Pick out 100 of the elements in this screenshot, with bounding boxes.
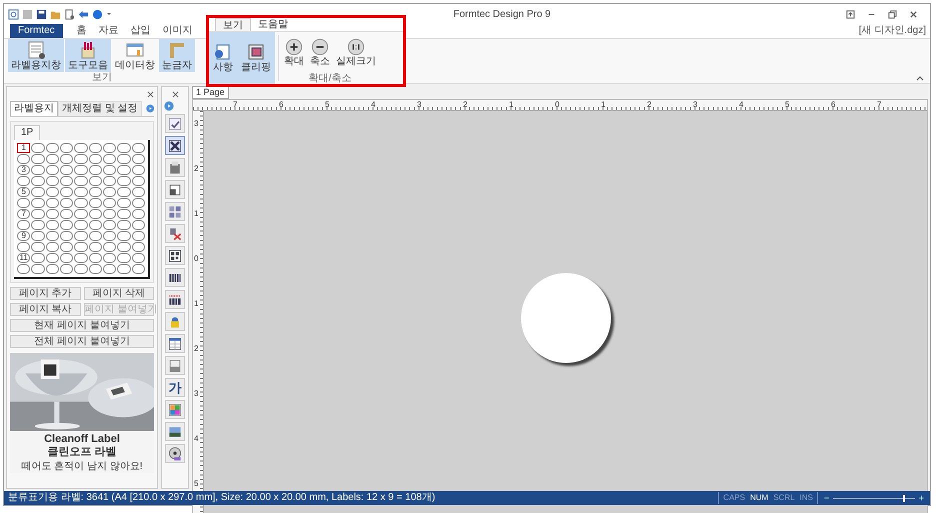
zoom-ribbon-button[interactable]: 실제크기: [334, 32, 378, 73]
tool-button[interactable]: [165, 136, 185, 155]
window-title: Formtec Design Pro 9: [453, 8, 551, 22]
page-button[interactable]: 전체 페이지 붙여넣기: [10, 335, 154, 348]
ruler-label: 4: [193, 434, 200, 445]
group-label: 확대/축소: [308, 73, 352, 84]
ruler-label: 3: [193, 119, 200, 130]
clip-icon: [246, 42, 266, 62]
key-indicator: CAPS: [723, 492, 746, 504]
ribbon-button[interactable]: 눈금자: [159, 39, 195, 72]
ruler-label: 2: [463, 100, 468, 110]
ribbon-tab[interactable]: 보기: [215, 18, 251, 31]
back-arrow-icon[interactable]: [78, 8, 89, 20]
ruler-label: 6: [831, 100, 836, 110]
tool-button[interactable]: [165, 290, 185, 309]
ribbon-tab[interactable]: 홈: [70, 24, 93, 38]
ribbon-tab[interactable]: 이미지: [156, 24, 199, 38]
document-name: [새 디자인.dgz]: [858, 24, 927, 38]
ribbon-display-icon[interactable]: [846, 10, 855, 18]
brand-name-korean: 클린오프 라벨: [47, 446, 117, 459]
ruler-label: 4: [371, 100, 376, 110]
close-icon[interactable]: [909, 10, 918, 18]
ribbon-button[interactable]: 도구모음: [65, 39, 111, 72]
ribbon-button[interactable]: 클리핑: [237, 32, 275, 84]
dropdown-icon[interactable]: [106, 11, 112, 17]
qr-code-icon: [167, 248, 183, 264]
circle-icon[interactable]: [92, 8, 103, 20]
key-indicator: SCRL: [773, 492, 795, 504]
zoom-in-icon: [285, 38, 303, 56]
ribbon-tab[interactable]: 자료: [92, 24, 125, 38]
table-icon: [167, 336, 183, 352]
ruler-label: 1: [193, 209, 200, 220]
restore-icon[interactable]: [888, 10, 897, 18]
ruler-label: 0: [193, 254, 200, 265]
ruler-label: 6: [279, 100, 284, 110]
status-text: 분류표기용 라벨: 3641 (A4 [210.0 x 297.0 mm], Size: 20.00 x 20.00 mm, Labels: 12 x 9 = 108개): [7, 492, 436, 504]
ruler-label: 7: [877, 100, 882, 110]
ruler-label: 1: [601, 100, 606, 110]
play-icon[interactable]: [164, 101, 174, 111]
tool-button[interactable]: [165, 422, 185, 441]
tool-button[interactable]: 가: [165, 378, 185, 397]
app-menu-tab[interactable]: Formtec: [10, 24, 63, 38]
page-button[interactable]: 페이지 삭제: [84, 287, 154, 300]
ruler-label: 0: [555, 100, 560, 110]
actual-size-icon: [347, 38, 365, 56]
collapse-ribbon-icon[interactable]: [916, 75, 924, 81]
save-all-icon[interactable]: [36, 8, 47, 20]
ruler-label: 1: [509, 100, 514, 110]
text-style-icon: [167, 226, 183, 242]
ruler-label: 7: [233, 100, 238, 110]
ruler-label: 2: [647, 100, 652, 110]
tool-button[interactable]: [165, 334, 185, 353]
ruler-label: 2: [193, 344, 200, 355]
tool-button[interactable]: [165, 246, 185, 265]
brand-name: Cleanoff Label: [44, 433, 120, 446]
ribbon-tab[interactable]: 삽입: [124, 24, 157, 38]
panel-tab[interactable]: 개체정렬 및 설정: [58, 101, 142, 116]
check-icon: [167, 116, 183, 132]
select-icon: [167, 138, 183, 154]
new-document-icon[interactable]: [64, 8, 75, 20]
ruler-label: 4: [739, 100, 744, 110]
zoom-out-icon: [311, 38, 329, 56]
ruler-label: 5: [785, 100, 790, 110]
key-indicator: INS: [800, 492, 813, 504]
document-icon: [167, 358, 183, 374]
ribbon-button[interactable]: 데이터창: [112, 39, 158, 72]
app-logo-icon[interactable]: [8, 8, 19, 20]
ad-tagline: 떼어도 흔적이 남지 않아요!: [21, 461, 143, 473]
shape-icon: [167, 204, 183, 220]
ruler-label: 3: [417, 100, 422, 110]
disc-icon: [167, 446, 183, 462]
close-icon[interactable]: [147, 90, 154, 98]
sheet-icon: [26, 40, 46, 60]
text-box-icon: [167, 160, 183, 176]
tool-button[interactable]: [165, 114, 185, 133]
page-button[interactable]: 페이지 추가: [10, 287, 80, 300]
zoom-ribbon-button[interactable]: 축소: [308, 32, 332, 73]
ruler-label: 5: [325, 100, 330, 110]
chart-icon: [167, 402, 183, 418]
page-button[interactable]: 현재 페이지 붙여넣기: [10, 319, 154, 332]
page-tab[interactable]: 1 Page: [192, 86, 229, 99]
tool-button[interactable]: [165, 268, 185, 287]
page-tab[interactable]: 1P: [14, 125, 40, 140]
zoom-out-button[interactable]: −: [824, 493, 830, 503]
close-icon[interactable]: [172, 90, 178, 98]
ribbon-button[interactable]: 사항: [209, 32, 237, 84]
key-indicator: NUM: [750, 492, 768, 504]
tool-button[interactable]: [165, 180, 185, 199]
ruler-label: 1: [193, 299, 200, 310]
zoom-in-button[interactable]: +: [918, 493, 924, 503]
group-label: 보기: [91, 72, 113, 83]
play-icon[interactable]: [146, 103, 154, 114]
ruler-label: 2: [193, 164, 200, 175]
panel-tab[interactable]: 라벨용지: [10, 101, 58, 116]
ruler-label: 3: [693, 100, 698, 110]
ribbon-tab[interactable]: 도움말: [251, 18, 295, 31]
ribbon-button[interactable]: 라벨용지창: [8, 39, 64, 72]
zoom-ribbon-button[interactable]: 확대: [282, 32, 306, 73]
page-button[interactable]: 페이지 복사: [10, 303, 80, 316]
ruler-label: 3: [193, 389, 200, 400]
